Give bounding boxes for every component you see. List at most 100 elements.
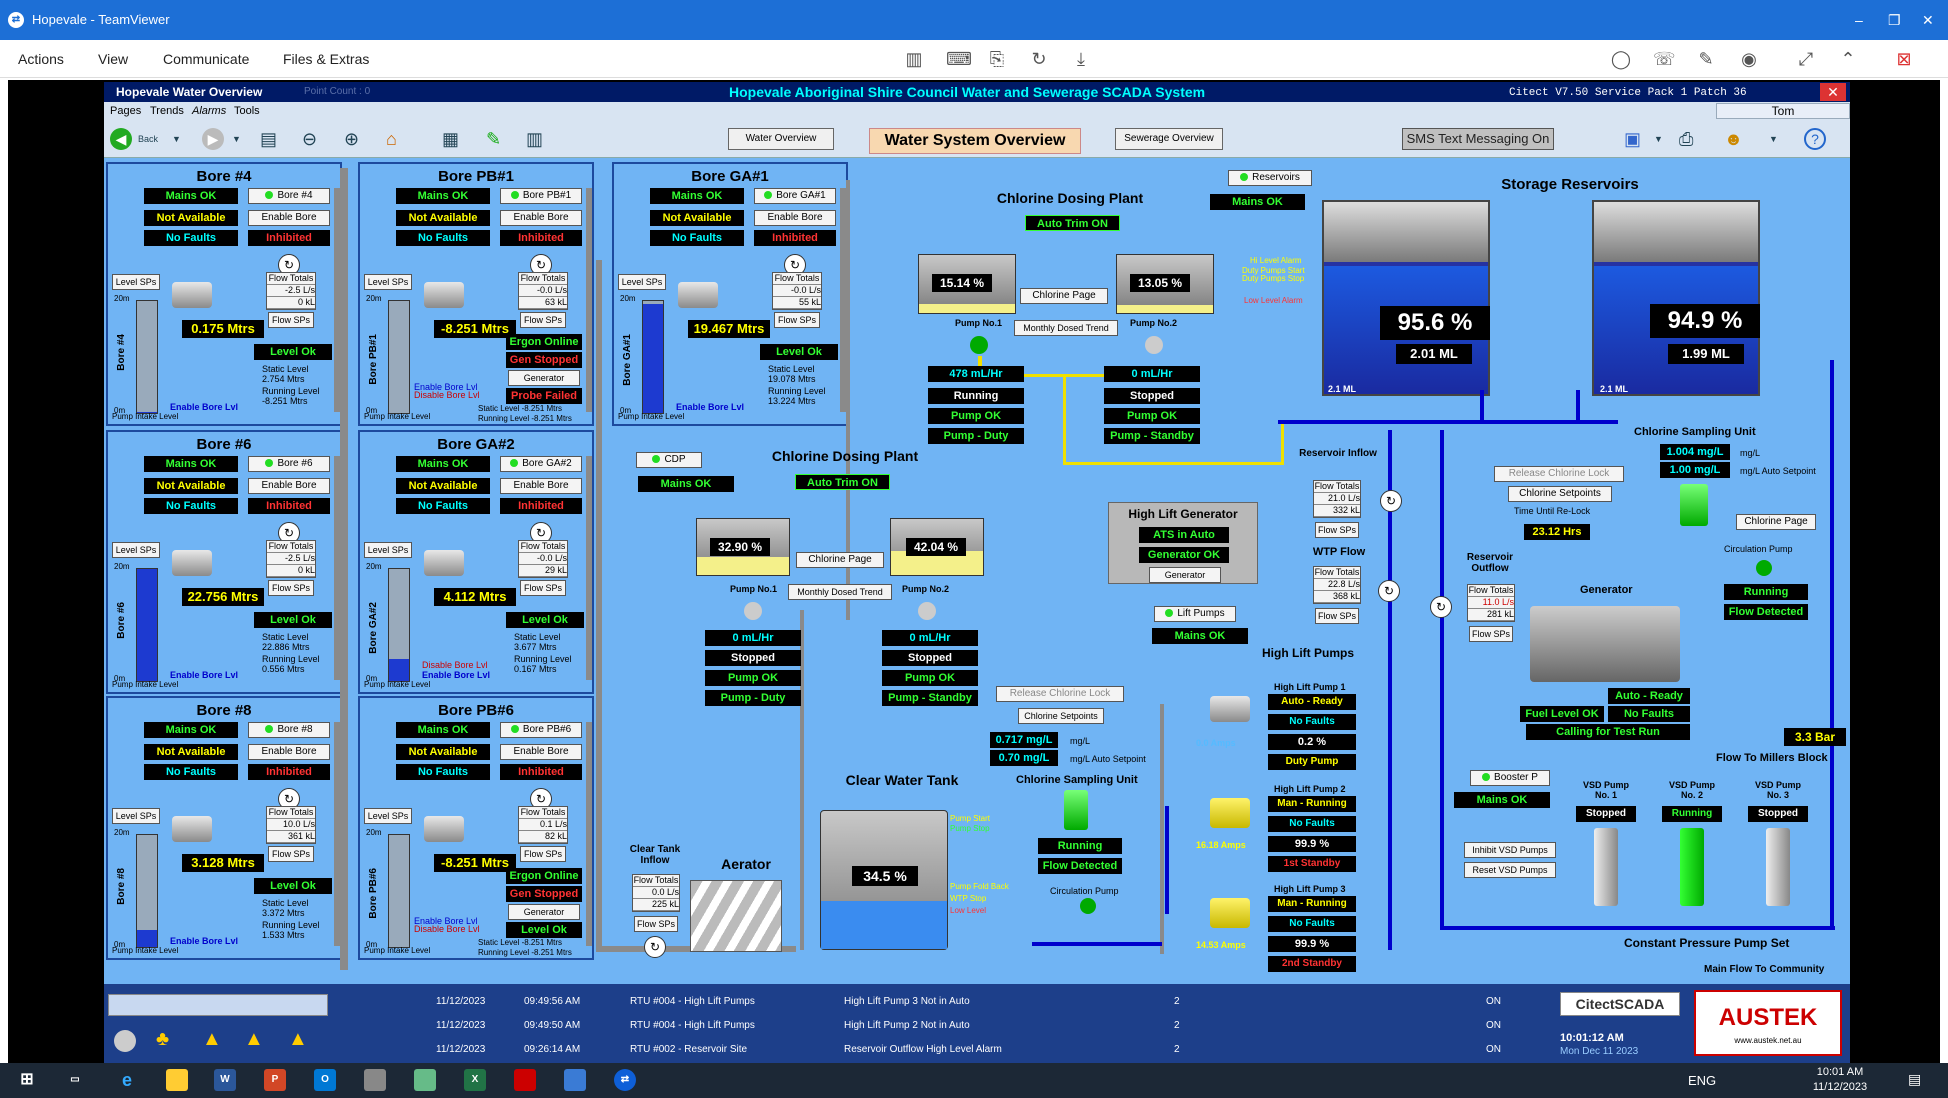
users-icon[interactable]: ☻	[1724, 128, 1743, 150]
high-lift-pump-icon[interactable]	[1210, 696, 1250, 722]
back-label[interactable]: Back	[138, 128, 158, 150]
enable-bore-button[interactable]: Enable Bore	[500, 210, 582, 226]
file-transfer-icon[interactable]: ⎘	[986, 48, 1008, 70]
close-icon[interactable]: ✕	[1820, 83, 1846, 101]
level-sps-button[interactable]: Level SPs	[364, 808, 412, 824]
forward-arrow-icon[interactable]: ▶	[202, 128, 224, 150]
bore-select-button[interactable]: Bore #8	[248, 722, 330, 738]
water-overview-button[interactable]: Water Overview	[728, 128, 834, 150]
csu-res-chlorine-page-button[interactable]: Chlorine Page	[1736, 514, 1816, 530]
high-lift-pump-icon[interactable]	[1210, 898, 1250, 928]
menu-actions[interactable]: Actions	[18, 51, 64, 67]
bore-pump-icon[interactable]	[172, 816, 212, 842]
sewerage-overview-button[interactable]: Sewerage Overview	[1115, 128, 1223, 150]
restore-icon[interactable]: ❐	[1888, 12, 1901, 29]
level-sps-button[interactable]: Level SPs	[618, 274, 666, 290]
forward-dropdown-icon[interactable]: ▼	[232, 128, 241, 150]
bore-select-button[interactable]: Bore GA#2	[500, 456, 582, 472]
alarm-filter-input[interactable]	[108, 994, 328, 1016]
flow-sps-button[interactable]: Flow SPs	[268, 312, 314, 328]
cdp1-monthly-trend-button[interactable]: Monthly Dosed Trend	[1014, 320, 1118, 336]
level-sps-button[interactable]: Level SPs	[112, 808, 160, 824]
pdf-icon[interactable]	[514, 1069, 536, 1091]
refresh-icon[interactable]: ↻	[1380, 490, 1402, 512]
enable-bore-button[interactable]: Enable Bore	[500, 744, 582, 760]
page-icon[interactable]: ▤	[260, 128, 277, 150]
word-icon[interactable]: W	[214, 1069, 236, 1091]
grid-icon[interactable]: ▥	[526, 128, 543, 150]
pen-icon[interactable]: ✎	[486, 128, 501, 150]
level-sps-button[interactable]: Level SPs	[364, 274, 412, 290]
menu-communicate[interactable]: Communicate	[163, 51, 249, 67]
flow-sps-button[interactable]: Flow SPs	[268, 846, 314, 862]
excel-icon[interactable]: X	[464, 1069, 486, 1091]
file-explorer-icon[interactable]	[166, 1069, 188, 1091]
dashboard-icon[interactable]: ▥	[903, 48, 925, 70]
wtp-sps-button[interactable]: Flow SPs	[1315, 608, 1359, 624]
close-window-icon[interactable]: ✕	[1922, 12, 1934, 29]
cdp2-pump1-icon[interactable]	[744, 602, 762, 620]
cdp2-chlorine-page-button[interactable]: Chlorine Page	[796, 552, 884, 568]
reservoir-outflow-sps-button[interactable]: Flow SPs	[1469, 626, 1513, 642]
cdp2-monthly-trend-button[interactable]: Monthly Dosed Trend	[788, 584, 892, 600]
edge-icon[interactable]: e	[116, 1069, 138, 1091]
cdp1-chlorine-page-button[interactable]: Chlorine Page	[1020, 288, 1108, 304]
bore-pump-icon[interactable]	[424, 816, 464, 842]
flow-sps-button[interactable]: Flow SPs	[268, 580, 314, 596]
vsd-pump-icon[interactable]	[1594, 828, 1618, 906]
download-icon[interactable]: ⤓	[1070, 48, 1092, 70]
flow-sps-button[interactable]: Flow SPs	[520, 312, 566, 328]
generator-button[interactable]: Generator	[508, 370, 580, 386]
booster-button[interactable]: Booster P	[1470, 770, 1550, 786]
reset-vsd-button[interactable]: Reset VSD Pumps	[1464, 862, 1556, 878]
vsd-pump-icon[interactable]	[1766, 828, 1790, 906]
caution-icon[interactable]: ▲	[288, 1028, 308, 1051]
printer-icon[interactable]: ⎙	[1679, 128, 1693, 150]
refresh-icon[interactable]: ↻	[644, 936, 666, 958]
screenshot-icon[interactable]: ◉	[1738, 48, 1760, 70]
menu-trends[interactable]: Trends	[150, 105, 184, 117]
alarm-row[interactable]: 11/12/2023 09:26:14 AM RTU #002 - Reserv…	[434, 1040, 1664, 1058]
cdp1-pump1-icon[interactable]	[970, 336, 988, 354]
inhibit-vsd-button[interactable]: Inhibit VSD Pumps	[1464, 842, 1556, 858]
chlorine-setpoints-button[interactable]: Chlorine Setpoints	[1508, 486, 1612, 502]
powerpoint-icon[interactable]: P	[264, 1069, 286, 1091]
photos-icon[interactable]	[564, 1069, 586, 1091]
bore-pump-icon[interactable]	[172, 550, 212, 576]
teamviewer-taskbar-icon[interactable]: ⇄	[614, 1069, 636, 1091]
reservoirs-button[interactable]: Reservoirs	[1228, 170, 1312, 186]
enable-bore-button[interactable]: Enable Bore	[248, 210, 330, 226]
report-dropdown-icon[interactable]: ▼	[1654, 128, 1663, 150]
task-view-icon[interactable]: ▭	[64, 1069, 86, 1091]
bore-select-button[interactable]: Bore #6	[248, 456, 330, 472]
cdp1-pump2-icon[interactable]	[1145, 336, 1163, 354]
clear-tank-sps-button[interactable]: Flow SPs	[634, 916, 678, 932]
level-sps-button[interactable]: Level SPs	[112, 274, 160, 290]
flow-sps-button[interactable]: Flow SPs	[520, 580, 566, 596]
home-icon[interactable]: ⌂	[386, 128, 397, 150]
calculator-icon[interactable]	[414, 1069, 436, 1091]
cwt-chlorine-setpoints-button[interactable]: Chlorine Setpoints	[1018, 708, 1104, 724]
fullscreen-icon[interactable]: ⤢	[1795, 48, 1817, 70]
vsd-pump-icon[interactable]	[1680, 828, 1704, 906]
level-sps-button[interactable]: Level SPs	[364, 542, 412, 558]
back-dropdown-icon[interactable]: ▼	[172, 128, 181, 150]
call-icon[interactable]: ☏	[1653, 48, 1676, 70]
whiteboard-icon[interactable]: ✎	[1695, 48, 1717, 70]
menu-alarms[interactable]: Alarms	[192, 105, 226, 117]
cdp2-pump2-icon[interactable]	[918, 602, 936, 620]
help-icon[interactable]: ?	[1804, 128, 1826, 150]
bore-pump-icon[interactable]	[172, 282, 212, 308]
enable-bore-button[interactable]: Enable Bore	[248, 744, 330, 760]
menu-files-extras[interactable]: Files & Extras	[283, 51, 369, 67]
generator-button[interactable]: Generator	[508, 904, 580, 920]
alarm-row[interactable]: 11/12/2023 09:49:56 AM RTU #004 - High L…	[434, 992, 1664, 1010]
lift-pumps-button[interactable]: Lift Pumps	[1154, 606, 1236, 622]
enable-bore-button[interactable]: Enable Bore	[500, 478, 582, 494]
enable-bore-button[interactable]: Enable Bore	[754, 210, 836, 226]
sms-messaging-button[interactable]: SMS Text Messaging On	[1402, 128, 1554, 150]
speaker-icon[interactable]	[114, 1030, 136, 1052]
menu-tools[interactable]: Tools	[234, 105, 260, 117]
circulation-pump-icon[interactable]	[1080, 898, 1096, 914]
hlg-generator-button[interactable]: Generator	[1149, 567, 1221, 583]
